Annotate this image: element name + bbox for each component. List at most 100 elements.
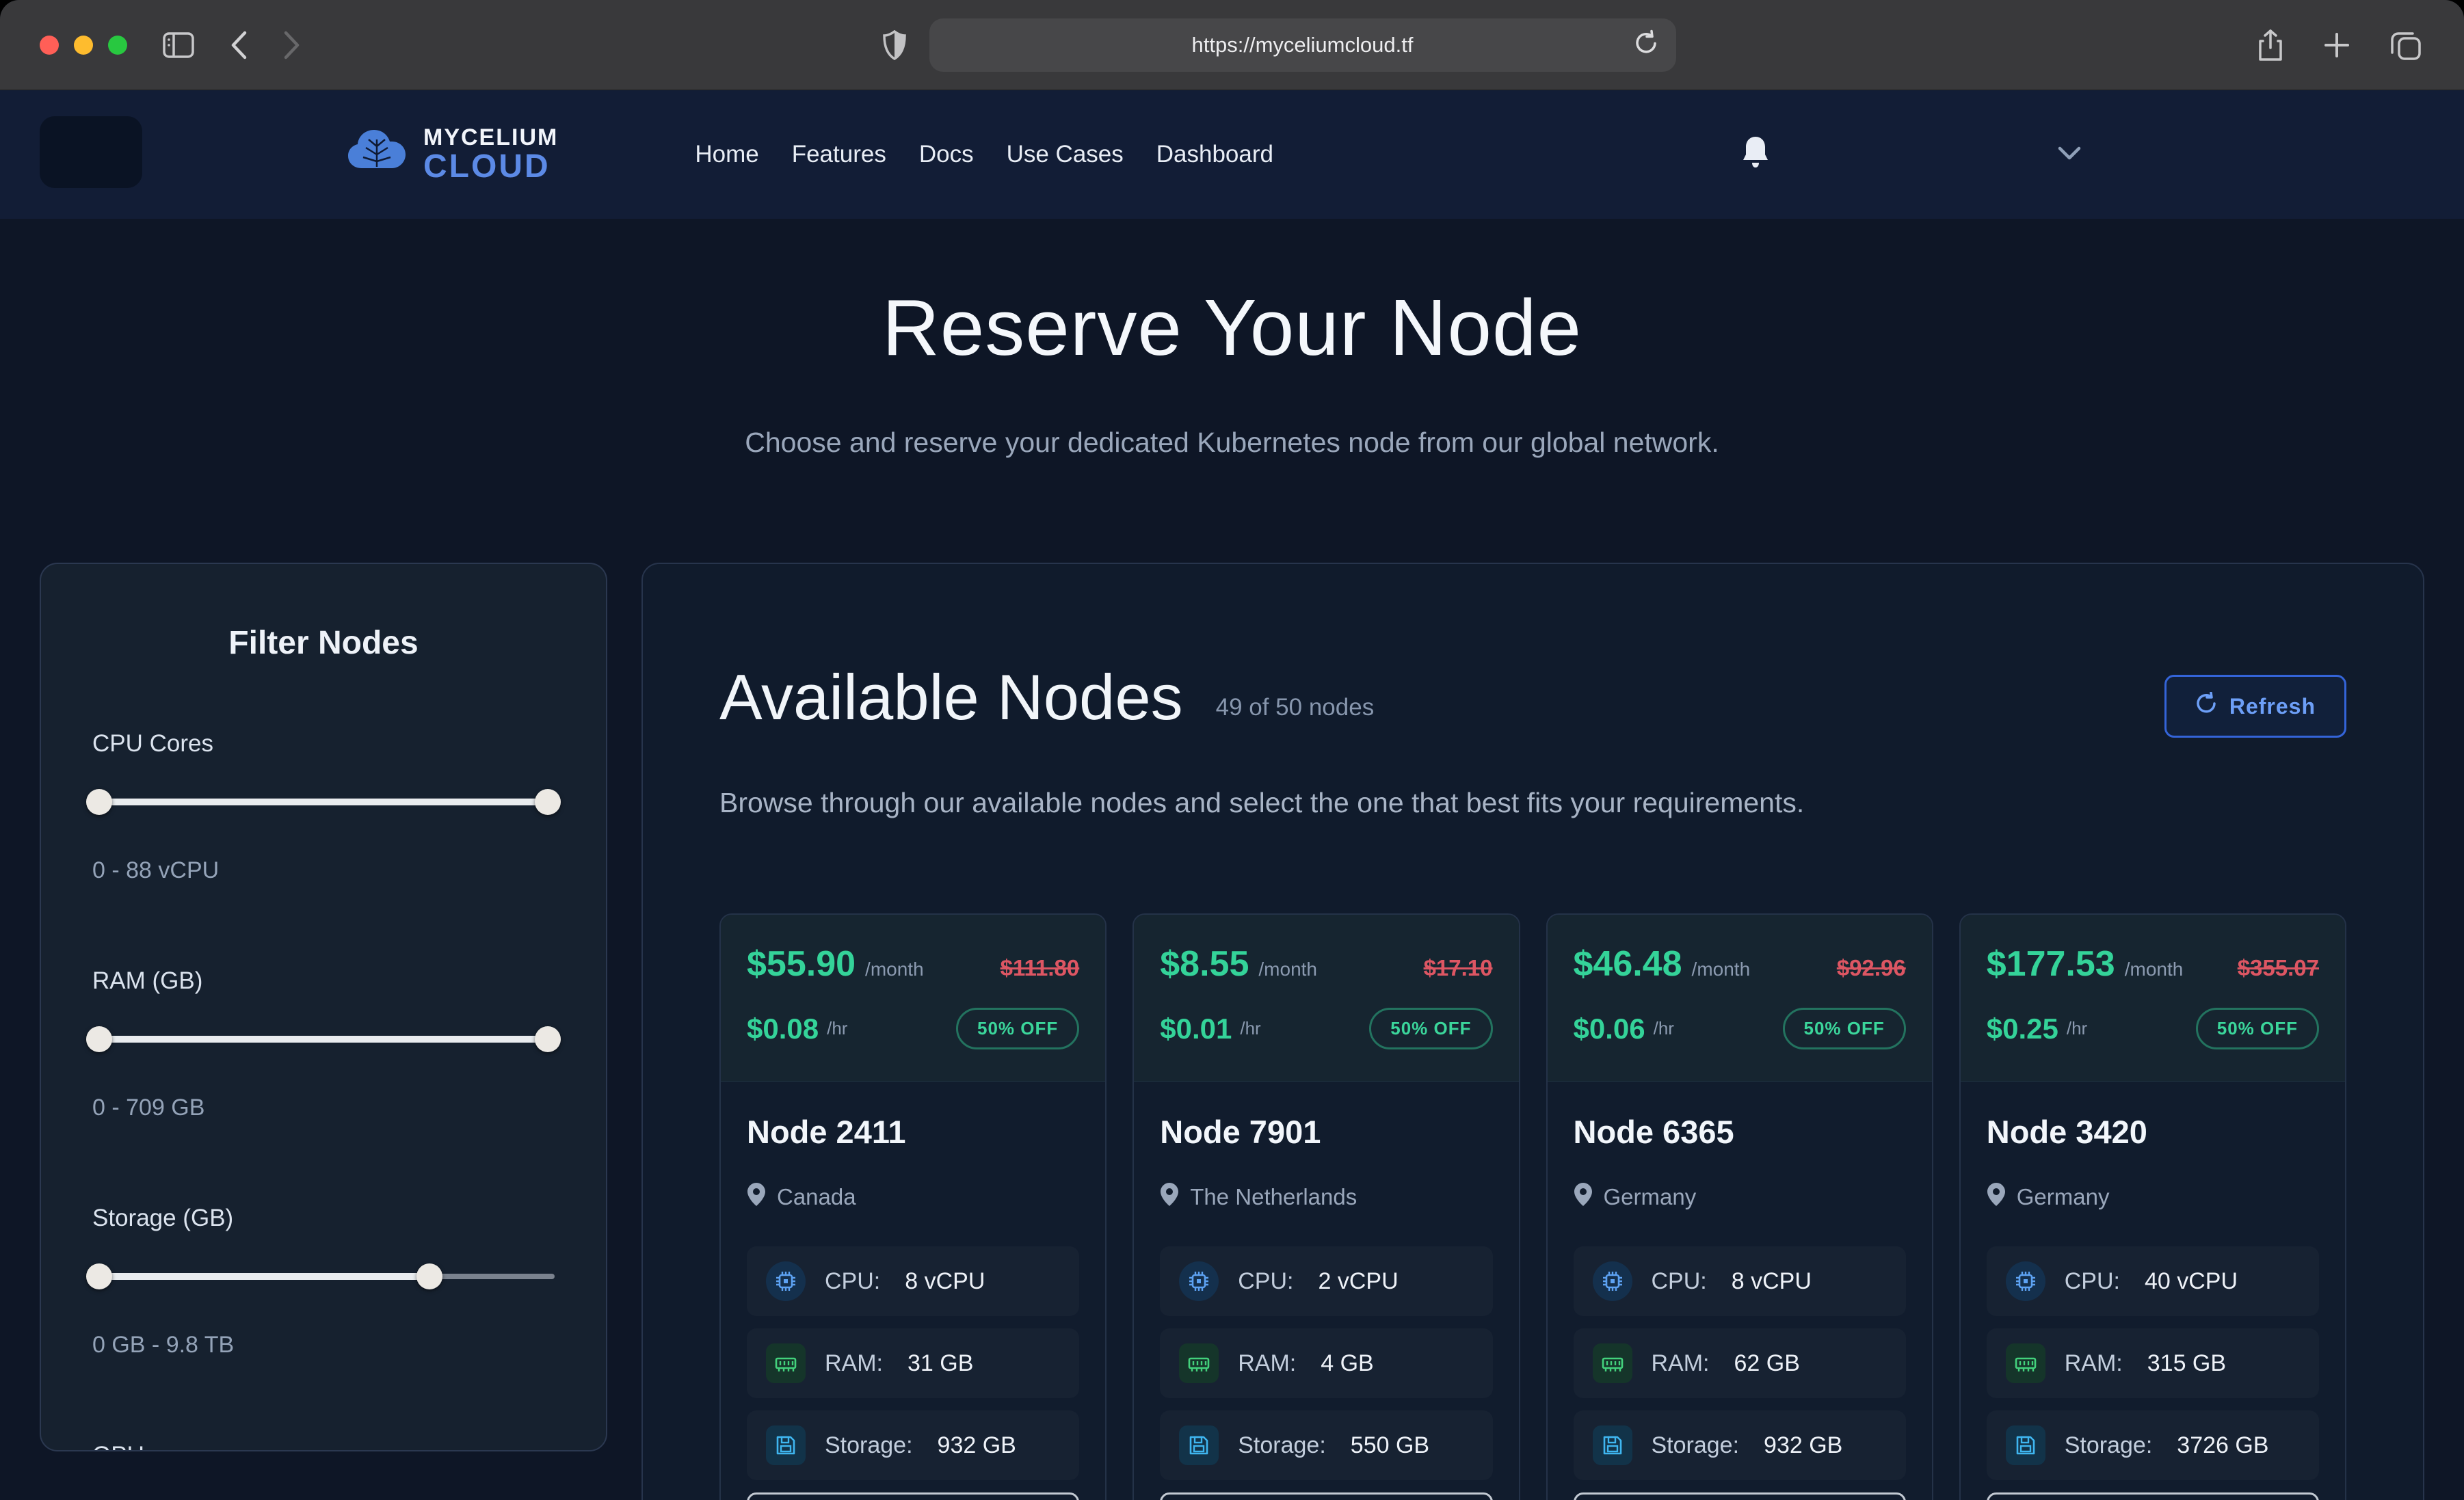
- ram-label: RAM:: [1652, 1350, 1710, 1377]
- panel-title: Available Nodes: [719, 665, 1183, 729]
- nav-link-dashboard[interactable]: Dashboard: [1156, 141, 1273, 168]
- slider-range: [99, 799, 548, 805]
- card-body: Node 6365 Germany CPU: 8 vCPU: [1548, 1082, 1932, 1500]
- per-hr-label: /hr: [2067, 1018, 2087, 1039]
- refresh-button[interactable]: Refresh: [2164, 675, 2346, 738]
- logo-cloud-icon: [345, 126, 408, 184]
- ram-label: RAM:: [2065, 1350, 2123, 1377]
- refresh-label: Refresh: [2229, 694, 2316, 719]
- node-name: Node 7901: [1160, 1113, 1492, 1151]
- storage-slider-max-handle[interactable]: [416, 1263, 442, 1289]
- spec-row-storage: Storage: 3726 GB: [1987, 1410, 2319, 1480]
- spec-row-storage: Storage: 932 GB: [1574, 1410, 1906, 1480]
- nav-links: Home Features Docs Use Cases Dashboard: [695, 141, 1273, 168]
- minimize-window-button[interactable]: [74, 36, 93, 55]
- storage-label: Storage:: [1652, 1432, 1740, 1459]
- zoom-window-button[interactable]: [108, 36, 127, 55]
- notification-bell-icon[interactable]: [1740, 135, 1771, 174]
- storage-label: Storage:: [825, 1432, 913, 1459]
- cpu-label: CPU:: [1238, 1268, 1293, 1295]
- check-node-health-button[interactable]: Check Node Health: [747, 1492, 1079, 1500]
- nav-link-home[interactable]: Home: [695, 141, 758, 168]
- cpu-icon: [2006, 1261, 2045, 1301]
- cpu-value: 8 vCPU: [1732, 1268, 1812, 1295]
- storage-value: 932 GB: [1764, 1432, 1842, 1459]
- cpu-range-text: 0 - 88 vCPU: [92, 857, 555, 884]
- panel-header: Available Nodes 49 of 50 nodes Refresh: [719, 665, 2346, 738]
- storage-slider[interactable]: [92, 1263, 555, 1289]
- hero-section: Reserve Your Node Choose and reserve you…: [0, 219, 2464, 459]
- discount-badge: 50% OFF: [1783, 1008, 1906, 1049]
- check-node-health-button[interactable]: Check Node Health: [1987, 1492, 2319, 1500]
- storage-icon: [1179, 1425, 1219, 1465]
- storage-label: Storage (GB): [92, 1205, 555, 1232]
- ram-value: 315 GB: [2147, 1350, 2226, 1377]
- traffic-lights: [40, 36, 127, 55]
- ram-slider-min-handle[interactable]: [86, 1026, 112, 1052]
- discount-badge: 50% OFF: [1369, 1008, 1492, 1049]
- storage-label: Storage:: [1238, 1432, 1326, 1459]
- ram-slider-max-handle[interactable]: [535, 1026, 561, 1052]
- card-pricing: $8.55 /month $17.10 $0.01 /hr 50% OFF: [1134, 915, 1518, 1082]
- hourly-price: $0.25: [1987, 1013, 2058, 1045]
- navbar-placeholder: [40, 116, 142, 188]
- filter-group-storage: Storage (GB) 0 GB - 9.8 TB: [92, 1205, 555, 1358]
- cpu-label: CPU:: [825, 1268, 880, 1295]
- forward-button-icon[interactable]: [283, 31, 301, 59]
- cpu-icon: [1179, 1261, 1219, 1301]
- panel-subtitle: Browse through our available nodes and s…: [719, 787, 2346, 819]
- browser-window: https://myceliumcloud.tf: [0, 0, 2464, 1500]
- account-chevron-down-icon[interactable]: [2058, 146, 2081, 164]
- check-node-health-button[interactable]: Check Node Health: [1574, 1492, 1906, 1500]
- ram-value: 31 GB: [908, 1350, 973, 1377]
- cpu-slider-min-handle[interactable]: [86, 789, 112, 815]
- spec-row-ram: RAM: 62 GB: [1574, 1328, 1906, 1398]
- site-logo[interactable]: MYCELIUM CLOUD: [345, 126, 558, 184]
- back-button-icon[interactable]: [230, 31, 248, 59]
- address-bar[interactable]: https://myceliumcloud.tf: [929, 18, 1676, 72]
- tab-overview-icon[interactable]: [2390, 29, 2422, 61]
- screen: https://myceliumcloud.tf: [0, 0, 2464, 1500]
- location-pin-icon: [1160, 1182, 1179, 1212]
- cpu-cores-slider[interactable]: [92, 789, 555, 815]
- close-window-button[interactable]: [40, 36, 59, 55]
- per-hr-label: /hr: [1654, 1018, 1674, 1039]
- privacy-shield-icon[interactable]: [883, 30, 906, 60]
- per-month-label: /month: [2125, 959, 2184, 980]
- spec-row-cpu: CPU: 2 vCPU: [1160, 1246, 1492, 1316]
- page: MYCELIUM CLOUD Home Features Docs Use Ca…: [0, 90, 2464, 1500]
- ram-slider[interactable]: [92, 1026, 555, 1052]
- check-node-health-button[interactable]: Check Node Health: [1160, 1492, 1492, 1500]
- cpu-slider-max-handle[interactable]: [535, 789, 561, 815]
- ram-icon: [1179, 1343, 1219, 1383]
- sidebar-toggle-icon[interactable]: [163, 32, 194, 58]
- ram-label: RAM:: [1238, 1350, 1296, 1377]
- refresh-icon: [2195, 692, 2217, 721]
- node-card: $55.90 /month $111.80 $0.08 /hr 50% OFF: [719, 913, 1107, 1500]
- ram-icon: [766, 1343, 806, 1383]
- spec-list: CPU: 40 vCPU RAM: 315 GB: [1987, 1246, 2319, 1492]
- storage-range-text: 0 GB - 9.8 TB: [92, 1332, 555, 1358]
- original-price: $355.07: [2238, 955, 2319, 981]
- card-pricing: $177.53 /month $355.07 $0.25 /hr 50% OFF: [1961, 915, 2345, 1082]
- card-body: Node 3420 Germany CPU: 40 vCPU: [1961, 1082, 2345, 1500]
- reload-icon[interactable]: [1634, 29, 1658, 60]
- node-name: Node 6365: [1574, 1113, 1906, 1151]
- new-tab-icon[interactable]: [2323, 31, 2350, 59]
- storage-slider-min-handle[interactable]: [86, 1263, 112, 1289]
- node-cards: $55.90 /month $111.80 $0.08 /hr 50% OFF: [719, 913, 2346, 1500]
- monthly-price: $55.90: [747, 943, 856, 985]
- spec-row-storage: Storage: 932 GB: [747, 1410, 1079, 1480]
- spec-row-ram: RAM: 315 GB: [1987, 1328, 2319, 1398]
- cpu-cores-label: CPU Cores: [92, 730, 555, 758]
- share-icon[interactable]: [2257, 29, 2283, 62]
- ram-value: 4 GB: [1321, 1350, 1373, 1377]
- location-pin-icon: [1574, 1182, 1593, 1212]
- nav-link-docs[interactable]: Docs: [919, 141, 974, 168]
- original-price: $111.80: [1001, 955, 1080, 981]
- available-nodes-panel: Available Nodes 49 of 50 nodes Refresh B…: [641, 563, 2424, 1500]
- nav-link-use-cases[interactable]: Use Cases: [1007, 141, 1124, 168]
- storage-value: 3726 GB: [2177, 1432, 2268, 1459]
- nav-link-features[interactable]: Features: [792, 141, 886, 168]
- hourly-price: $0.01: [1160, 1013, 1232, 1045]
